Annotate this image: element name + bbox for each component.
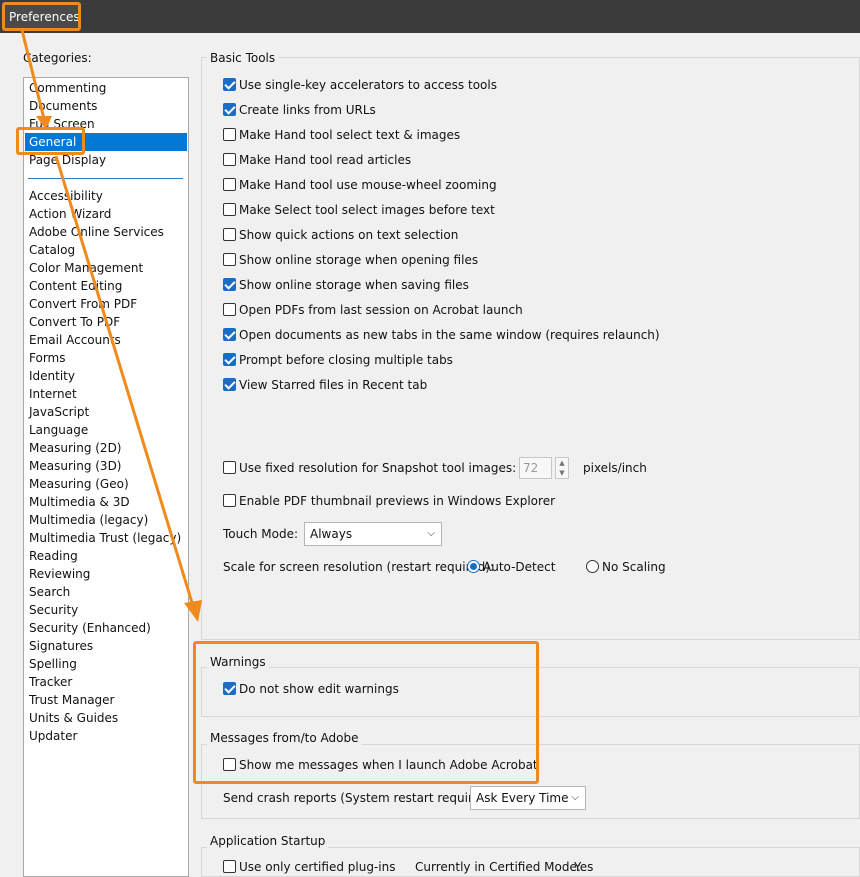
category-item[interactable]: Measuring (Geo) — [25, 475, 187, 493]
basic-tool-label: Make Hand tool select text & images — [239, 128, 461, 142]
basic-tool-checkbox[interactable] — [223, 78, 236, 91]
category-item[interactable]: Multimedia Trust (legacy) — [25, 529, 187, 547]
category-item[interactable]: Tracker — [25, 673, 187, 691]
chevron-down-icon[interactable]: ▼ — [556, 468, 568, 478]
basic-tool-label: Make Select tool select images before te… — [239, 203, 495, 217]
categories-list[interactable]: Commenting Documents Full Screen General… — [23, 77, 189, 877]
basic-tool-checkbox[interactable] — [223, 328, 236, 341]
category-item[interactable]: Multimedia & 3D — [25, 493, 187, 511]
category-item[interactable]: Spelling — [25, 655, 187, 673]
auto-detect-radio[interactable] — [467, 560, 480, 573]
crash-reports-value: Ask Every Time — [476, 791, 569, 805]
basic-tool-label: Prompt before closing multiple tabs — [239, 353, 453, 367]
category-item[interactable]: Security — [25, 601, 187, 619]
basic-tool-checkbox[interactable] — [223, 203, 236, 216]
basic-tool-label: Open documents as new tabs in the same w… — [239, 328, 660, 342]
certified-plugins-label: Use only certified plug-ins — [239, 860, 396, 874]
basic-tool-checkbox[interactable] — [223, 178, 236, 191]
category-item[interactable]: Trust Manager — [25, 691, 187, 709]
categories-label: Categories: — [23, 51, 92, 65]
basic-tool-label: Show online storage when opening files — [239, 253, 479, 267]
snapshot-resolution-checkbox[interactable] — [223, 461, 236, 474]
basic-tool-checkbox[interactable] — [223, 253, 236, 266]
basic-tool-label: Show online storage when saving files — [239, 278, 469, 292]
title-highlight-box — [2, 2, 81, 31]
category-item[interactable]: Identity — [25, 367, 187, 385]
category-item[interactable]: Action Wizard — [25, 205, 187, 223]
category-item[interactable]: Forms — [25, 349, 187, 367]
no-scaling-radio[interactable] — [586, 560, 599, 573]
warnings-highlight-box — [193, 641, 539, 784]
general-highlight-box — [16, 127, 85, 155]
category-item[interactable]: Multimedia (legacy) — [25, 511, 187, 529]
basic-tool-label: Use single-key accelerators to access to… — [239, 78, 497, 92]
category-item[interactable]: JavaScript — [25, 403, 187, 421]
basic-tool-label: Show quick actions on text selection — [239, 228, 459, 242]
basic-tool-label: Open PDFs from last session on Acrobat l… — [239, 303, 523, 317]
title-bar: Preferences — [0, 0, 860, 33]
basic-tool-label: View Starred files in Recent tab — [239, 378, 428, 392]
category-item[interactable]: Accessibility — [25, 187, 187, 205]
certified-plugins-checkbox[interactable] — [223, 860, 236, 873]
scale-label: Scale for screen resolution (restart req… — [223, 560, 495, 574]
chevron-down-icon: ⌵ — [571, 792, 579, 803]
basic-tool-checkbox[interactable] — [223, 278, 236, 291]
crash-reports-select[interactable]: Ask Every Time ⌵ — [470, 786, 586, 810]
basic-tool-label: Make Hand tool use mouse-wheel zooming — [239, 178, 497, 192]
basic-tool-checkbox[interactable] — [223, 353, 236, 366]
startup-legend: Application Startup — [207, 834, 329, 848]
category-item[interactable]: Content Editing — [25, 277, 187, 295]
snapshot-resolution-stepper[interactable]: ▲ ▼ — [555, 457, 569, 479]
category-item[interactable]: Measuring (2D) — [25, 439, 187, 457]
category-item[interactable]: Internet — [25, 385, 187, 403]
category-item[interactable]: Signatures — [25, 637, 187, 655]
snapshot-resolution-input[interactable]: 72 — [519, 457, 552, 479]
basic-tool-checkbox[interactable] — [223, 303, 236, 316]
basic-tools-legend: Basic Tools — [207, 51, 279, 65]
touch-mode-value: Always — [310, 527, 353, 541]
category-item[interactable]: Units & Guides — [25, 709, 187, 727]
basic-tool-checkbox[interactable] — [223, 128, 236, 141]
basic-tools-group — [201, 57, 860, 640]
certified-mode-value: Yes — [574, 860, 594, 874]
category-separator — [28, 178, 183, 179]
no-scaling-label[interactable]: No Scaling — [602, 558, 666, 576]
category-commenting[interactable]: Commenting — [25, 79, 187, 97]
basic-tool-checkbox[interactable] — [223, 228, 236, 241]
basic-tool-label: Create links from URLs — [239, 103, 376, 117]
basic-tool-checkbox[interactable] — [223, 378, 236, 391]
snapshot-unit: pixels/inch — [583, 461, 647, 475]
category-item[interactable]: Color Management — [25, 259, 187, 277]
category-item[interactable]: Language — [25, 421, 187, 439]
basic-tool-checkbox[interactable] — [223, 153, 236, 166]
snapshot-resolution-label: Use fixed resolution for Snapshot tool i… — [239, 461, 517, 475]
category-item[interactable]: Updater — [25, 727, 187, 745]
auto-detect-label[interactable]: Auto-Detect — [483, 558, 555, 576]
category-item[interactable]: Security (Enhanced) — [25, 619, 187, 637]
category-item[interactable]: Adobe Online Services — [25, 223, 187, 241]
category-item[interactable]: Reading — [25, 547, 187, 565]
thumbnail-preview-checkbox[interactable] — [223, 494, 236, 507]
category-item[interactable]: Email Accounts — [25, 331, 187, 349]
touch-mode-label: Touch Mode: — [223, 527, 298, 541]
certified-mode-label: Currently in Certified Mode: — [415, 860, 581, 874]
basic-tool-label: Make Hand tool read articles — [239, 153, 412, 167]
basic-tool-checkbox[interactable] — [223, 103, 236, 116]
category-documents[interactable]: Documents — [25, 97, 187, 115]
category-item[interactable]: Catalog — [25, 241, 187, 259]
category-item[interactable]: Search — [25, 583, 187, 601]
chevron-down-icon: ⌵ — [427, 528, 435, 539]
chevron-up-icon[interactable]: ▲ — [556, 458, 568, 468]
category-item[interactable]: Convert To PDF — [25, 313, 187, 331]
touch-mode-select[interactable]: Always ⌵ — [304, 522, 442, 546]
category-item[interactable]: Convert From PDF — [25, 295, 187, 313]
crash-reports-label: Send crash reports (System restart requi… — [223, 791, 497, 805]
thumbnail-preview-label: Enable PDF thumbnail previews in Windows… — [239, 494, 556, 508]
category-item[interactable]: Measuring (3D) — [25, 457, 187, 475]
category-item[interactable]: Reviewing — [25, 565, 187, 583]
